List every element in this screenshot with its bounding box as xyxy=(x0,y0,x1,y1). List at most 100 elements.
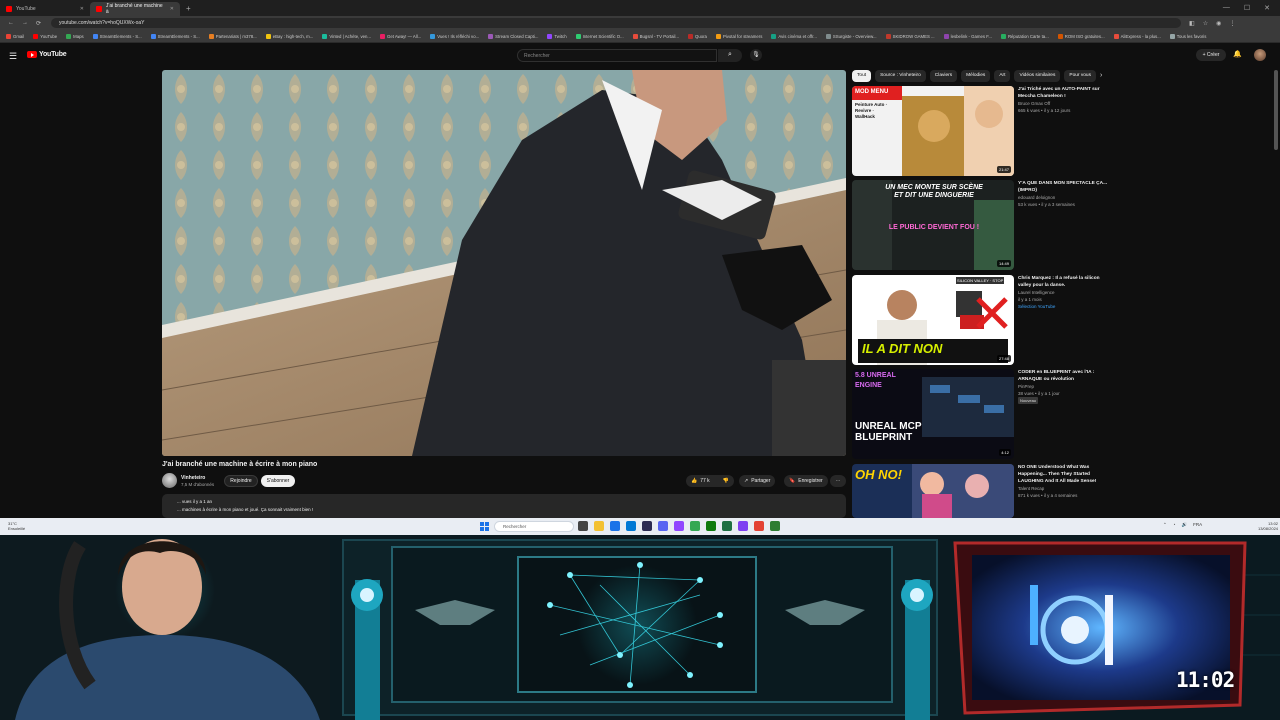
bookmark-item[interactable]: YouTube xyxy=(33,33,57,39)
xbox-icon[interactable] xyxy=(706,521,716,531)
like-icon[interactable]: 👍 xyxy=(691,475,697,487)
discord-icon[interactable] xyxy=(658,521,668,531)
close-tab-icon[interactable]: ✕ xyxy=(170,6,174,12)
filter-chip[interactable]: Art xyxy=(994,70,1011,82)
page-scrollbar[interactable] xyxy=(1274,70,1278,150)
channel-avatar[interactable] xyxy=(162,473,177,488)
filter-chip[interactable]: Source : Vinheteiro xyxy=(875,70,926,82)
bookmark-item[interactable]: Vinted | Achète, ven... xyxy=(322,33,371,39)
recommendation-item[interactable]: IL A DIT NON SILICON VALLEY · STOP 27:48… xyxy=(852,275,1112,365)
subscribe-button[interactable]: S'abonner xyxy=(261,475,295,487)
bookmark-item[interactable]: Partenariats | m378... xyxy=(208,33,257,39)
filter-chip[interactable]: Mélodies xyxy=(961,70,991,82)
file-explorer-icon[interactable] xyxy=(594,521,604,531)
video-thumbnail[interactable]: UN MEC MONTE SUR SCÈNE ET DIT UNE DINGUE… xyxy=(852,180,1014,270)
avatar[interactable] xyxy=(1254,49,1266,61)
taskbar-search-input[interactable]: Rechercher xyxy=(494,521,574,532)
video-thumbnail[interactable]: 5.8 UNREAL ENGINE UNREAL MCP BLUEPRINT 4… xyxy=(852,369,1014,459)
recommendation-item[interactable]: MOD MENU Peinture Auto · Revivre · WallH… xyxy=(852,86,1112,176)
bookmark-item[interactable]: Internet Scientific O... xyxy=(575,33,624,39)
forward-icon[interactable]: → xyxy=(22,20,28,27)
network-icon[interactable]: ◔ xyxy=(1173,522,1176,528)
chevron-right-icon[interactable]: › xyxy=(1100,72,1102,79)
bookmark-item[interactable]: Quora xyxy=(688,33,707,39)
description-box[interactable]: ... vues il y a 1 an ... machines à écri… xyxy=(162,494,846,518)
browser-tab-youtube[interactable]: YouTube ✕ xyxy=(0,2,90,16)
back-icon[interactable]: ← xyxy=(8,20,14,27)
bookmark-item[interactable]: lesbelink - Games F... xyxy=(943,33,992,39)
close-tab-icon[interactable]: ✕ xyxy=(80,6,84,12)
taskbar-clock[interactable]: 13:02 13/08/2024 xyxy=(1258,521,1278,531)
filter-chip[interactable]: Claviers xyxy=(929,70,958,82)
tray-language[interactable]: FRA xyxy=(1193,522,1202,528)
star-icon[interactable]: ☆ xyxy=(1203,20,1208,27)
reload-icon[interactable]: ⟳ xyxy=(36,20,41,27)
bookmark-item[interactable]: SSurgiste - Overview... xyxy=(825,33,877,39)
rec-channel[interactable]: edouard deloignon xyxy=(1018,194,1110,201)
rec-channel[interactable]: PinPrep xyxy=(1018,383,1110,390)
bookmark-item[interactable]: Réputation Carte ta... xyxy=(1000,33,1049,39)
browser-tab-video[interactable]: J'ai branché une machine à ✕ xyxy=(90,2,180,16)
bookmark-item[interactable]: Gmail xyxy=(6,33,24,39)
excel-icon[interactable] xyxy=(722,521,732,531)
rec-channel[interactable]: Laurel Intelligence xyxy=(1018,289,1110,296)
bookmark-item[interactable]: SKIDROW GAMES ... xyxy=(885,33,935,39)
like-count[interactable]: 77 k xyxy=(700,475,709,487)
extension-icon[interactable]: ◧ xyxy=(1189,20,1195,27)
obs-icon[interactable] xyxy=(738,521,748,531)
app-icon[interactable] xyxy=(642,521,652,531)
tray-chevron-icon[interactable]: ⌃ xyxy=(1163,522,1167,528)
recommendation-item[interactable]: 5.8 UNREAL ENGINE UNREAL MCP BLUEPRINT 4… xyxy=(852,369,1112,459)
close-window-icon[interactable]: ✕ xyxy=(1264,4,1270,12)
create-button[interactable]: + Créer xyxy=(1196,49,1226,61)
recommendation-item[interactable]: OH NO! NO ONE Understood What Was Happen… xyxy=(852,464,1112,518)
rec-title[interactable]: NO ONE Understood What Was Happening... … xyxy=(1018,464,1110,485)
youtube-logo[interactable]: YouTube xyxy=(27,51,67,58)
rec-channel[interactable]: Bruce Gmax Off xyxy=(1018,100,1110,107)
settings-icon[interactable] xyxy=(626,521,636,531)
channel-name[interactable]: Vinheteiro xyxy=(181,475,205,481)
bookmark-item[interactable]: AliExpress - la plus... xyxy=(1113,33,1161,39)
edge-icon[interactable] xyxy=(610,521,620,531)
windows-start-icon[interactable] xyxy=(480,522,489,531)
bookmark-item[interactable]: Twitch xyxy=(547,33,567,39)
filter-chip[interactable]: Pour vous xyxy=(1064,70,1096,82)
bookmark-item[interactable]: StreamElements - S... xyxy=(150,33,200,39)
video-player[interactable] xyxy=(162,70,846,456)
menu-dots-icon[interactable]: ⋮ xyxy=(1229,20,1235,27)
rec-title[interactable]: J'ai Triché avec un AUTO-PAINT sur Mecch… xyxy=(1018,86,1110,100)
video-thumbnail[interactable]: OH NO! xyxy=(852,464,1014,518)
twitch-icon[interactable] xyxy=(674,521,684,531)
video-thumbnail[interactable]: MOD MENU Peinture Auto · Revivre · WallH… xyxy=(852,86,1014,176)
bookmark-item[interactable]: ROM ISO gratuites... xyxy=(1057,33,1105,39)
profile-icon[interactable]: ◉ xyxy=(1216,20,1221,27)
search-input[interactable]: Rechercher xyxy=(517,49,717,62)
task-view-icon[interactable] xyxy=(578,521,588,531)
search-button[interactable]: ⌕ xyxy=(718,49,742,62)
new-tab-icon[interactable]: + xyxy=(186,4,191,13)
bookmark-item[interactable]: Pivotal for streamers xyxy=(715,33,762,39)
bookmark-item[interactable]: Vues ! Ils réfléchi vo... xyxy=(430,33,479,39)
address-bar[interactable]: youtube.com/watch?v=hoQUXWx-oaY xyxy=(51,18,1182,28)
chrome-icon[interactable] xyxy=(690,521,700,531)
rec-title[interactable]: Y'A QUE DANS MON SPECTACLE ÇA... (IMPRO) xyxy=(1018,180,1110,194)
rec-channel[interactable]: Talent Recap xyxy=(1018,485,1110,492)
weather-widget[interactable]: 31°C Ensoleillé xyxy=(8,521,25,531)
notifications-bell-icon[interactable]: 🔔 xyxy=(1233,50,1242,58)
video-thumbnail[interactable]: IL A DIT NON SILICON VALLEY · STOP 27:48 xyxy=(852,275,1014,365)
bookmark-item[interactable]: Maps xyxy=(66,33,84,39)
minimize-icon[interactable]: — xyxy=(1223,4,1230,12)
filter-chip[interactable]: Tout xyxy=(852,70,872,82)
dislike-icon[interactable]: 👎 xyxy=(723,475,729,487)
rec-title[interactable]: CODER en BLUEPRINT avec l'IA : ARNAQUE o… xyxy=(1018,369,1110,383)
rec-title[interactable]: Chris Marquez : Il a refusé la silicon v… xyxy=(1018,275,1110,289)
share-button[interactable]: ↗ Partager xyxy=(739,475,776,487)
bookmark-item[interactable]: Avis cinéma et offr... xyxy=(771,33,817,39)
bookmark-item[interactable]: Stream Closed Capti... xyxy=(488,33,538,39)
bookmark-item[interactable]: Tous les favoris xyxy=(1169,33,1206,39)
volume-icon[interactable]: 🔊 xyxy=(1182,522,1188,528)
maximize-icon[interactable]: ☐ xyxy=(1244,4,1250,12)
join-button[interactable]: Rejoindre xyxy=(224,475,258,487)
bookmark-item[interactable]: StreamElements - S... xyxy=(92,33,142,39)
save-button[interactable]: 🔖 Enregistrer xyxy=(784,475,828,487)
